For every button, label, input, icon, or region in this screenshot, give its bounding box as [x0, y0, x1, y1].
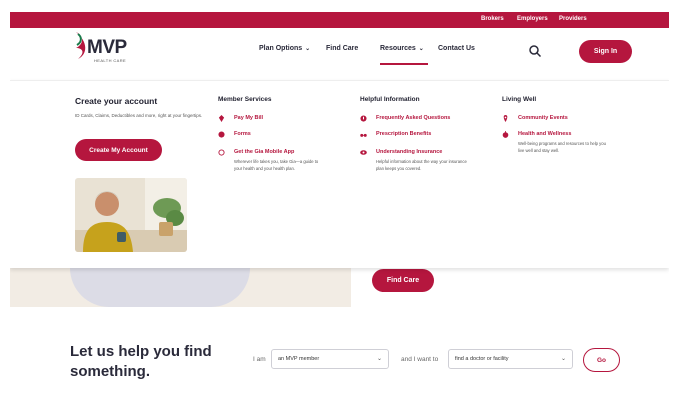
logo-wordmark: MVP: [87, 37, 127, 58]
menu-item-label: Health and Wellness: [518, 131, 572, 137]
nav-contact-us-label: Contact Us: [438, 45, 475, 52]
menu-item-label: Get the Gia Mobile App: [234, 149, 295, 155]
menu-item-label: Community Events: [518, 115, 568, 121]
i-am-select[interactable]: an MVP member ⌄: [271, 349, 389, 369]
nav-resources[interactable]: Resources ⌄: [380, 45, 424, 52]
search-icon[interactable]: [528, 44, 542, 58]
chevron-down-icon: ⌄: [418, 46, 424, 52]
want-to-select[interactable]: find a doctor or facility ⌄: [448, 349, 573, 369]
utility-bar: Brokers Employers Providers: [10, 12, 669, 28]
nav-find-care[interactable]: Find Care: [326, 45, 358, 52]
go-button[interactable]: Go: [583, 348, 620, 372]
menu-item-label: Frequently Asked Questions: [376, 115, 451, 121]
account-description: ID Cards, Claims, Deductibles and more, …: [75, 113, 203, 118]
i-am-select-value: an MVP member: [278, 356, 320, 362]
woman-photo: [75, 178, 187, 252]
resources-mega-menu: Create your account ID Cards, Claims, De…: [10, 80, 669, 268]
chevron-down-icon: ⌄: [560, 356, 566, 362]
logo-swoosh-icon: [76, 32, 86, 59]
nav-contact-us[interactable]: Contact Us: [438, 45, 475, 52]
chevron-down-icon: ⌄: [305, 46, 311, 52]
utility-link-employers[interactable]: Employers: [517, 16, 548, 22]
question-icon: [360, 115, 367, 122]
menu-item-description: Helpful information about the way your i…: [376, 159, 467, 171]
form-icon: [218, 131, 225, 138]
mvp-logo[interactable]: MVP HEALTH CARE: [72, 30, 142, 70]
apple-icon: [502, 131, 509, 138]
menu-item-label: Forms: [234, 131, 251, 137]
phone-icon: [218, 149, 225, 156]
want-to-label: and I want to: [401, 356, 439, 363]
logo-tagline: HEALTH CARE: [94, 58, 127, 63]
want-to-select-value: find a doctor or facility: [455, 356, 509, 362]
utility-link-providers[interactable]: Providers: [559, 16, 587, 22]
page-frame: Brokers Employers Providers MVP HEALTH C…: [10, 12, 669, 397]
menu-item-description: Well-being programs and resources to hel…: [518, 141, 606, 153]
column-title-helpful-information: Helpful Information: [360, 96, 420, 103]
column-title-member-services: Member Services: [218, 96, 272, 103]
nav-plan-options-label: Plan Options: [259, 45, 303, 52]
nav-plan-options[interactable]: Plan Options ⌄: [259, 45, 310, 52]
glasses-icon: [360, 133, 367, 137]
nav-find-care-label: Find Care: [326, 45, 359, 52]
menu-item-label: Understanding Insurance: [376, 149, 443, 155]
main-header: MVP HEALTH CARE Plan Options ⌄ Find Care …: [10, 28, 669, 80]
location-pin-icon: [503, 115, 508, 122]
account-title: Create your account: [75, 96, 158, 106]
menu-item-label: Prescription Benefits: [376, 131, 432, 137]
menu-item-label: Pay My Bill: [234, 115, 264, 121]
utility-link-brokers[interactable]: Brokers: [481, 16, 504, 22]
chevron-down-icon: ⌄: [376, 356, 382, 362]
sign-in-button[interactable]: Sign In: [579, 40, 632, 63]
find-care-button[interactable]: Find Care: [372, 269, 434, 292]
column-title-living-well: Living Well: [502, 96, 537, 103]
create-account-button[interactable]: Create My Account: [75, 139, 162, 161]
menu-item-description: Wherever life takes you, take Gia—a guid…: [234, 159, 319, 171]
i-am-label: I am: [253, 356, 266, 363]
nav-resources-label: Resources: [380, 45, 416, 52]
dollar-icon: [218, 115, 225, 122]
hero-person-shape: [70, 268, 250, 307]
nav-active-indicator: [380, 63, 428, 65]
finder-title: Let us help you find something.: [70, 343, 212, 380]
eye-icon: [360, 150, 367, 155]
